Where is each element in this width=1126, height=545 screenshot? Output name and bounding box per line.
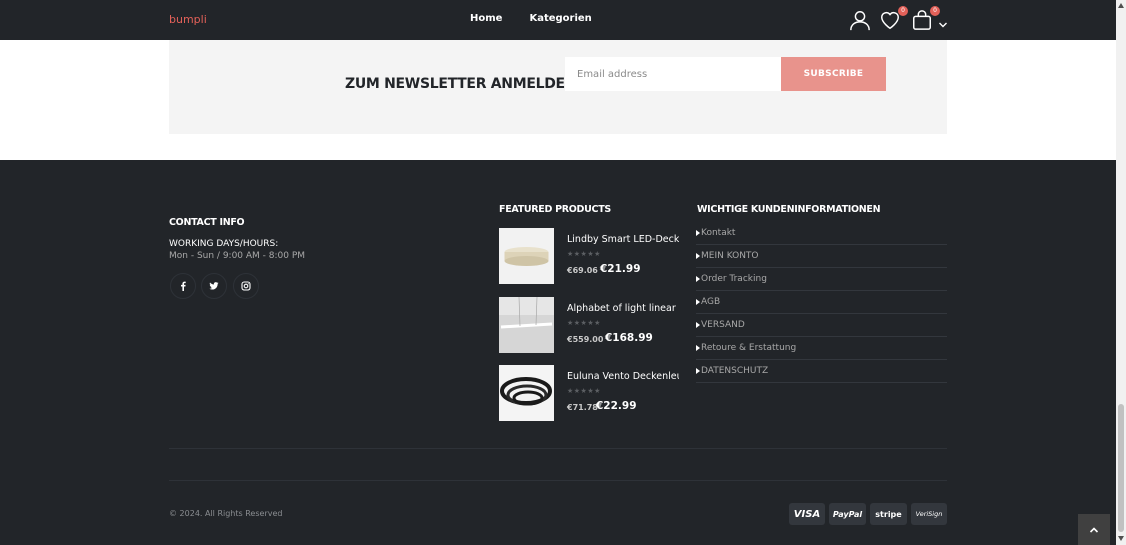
nav-home[interactable]: Home: [470, 13, 502, 24]
link-label: MEIN KONTO: [701, 251, 759, 261]
contact-info-title: CONTACT INFO: [169, 217, 245, 228]
product-image[interactable]: [499, 296, 554, 353]
top-header: bumpli Home Kategorien 0 0: [0, 0, 1116, 40]
back-to-top-button[interactable]: [1078, 514, 1110, 545]
link-label: DATENSCHUTZ: [701, 366, 769, 376]
working-hours-label: WORKING DAYS/HOURS:: [169, 239, 279, 249]
product-item[interactable]: Alphabet of light linear LED ★★★★★ €559.…: [499, 296, 689, 353]
caret-right-icon: [696, 345, 700, 351]
instagram-icon: [241, 281, 251, 291]
visa-logo: VISA: [789, 503, 825, 525]
facebook-link[interactable]: [170, 273, 196, 299]
link-versand[interactable]: VERSAND: [696, 314, 947, 337]
caret-right-icon: [696, 230, 700, 236]
newsletter-title: ZUM NEWSLETTER ANMELDEN: [345, 76, 577, 92]
rating-stars: ★★★★★: [567, 250, 601, 258]
caret-right-icon: [696, 322, 700, 328]
product-old-price: €69.06: [567, 266, 598, 275]
copyright-text: © 2024. All Rights Reserved: [169, 509, 283, 518]
verisign-logo: VeriSign: [911, 503, 947, 525]
main-nav: Home Kategorien: [470, 13, 592, 24]
link-agb[interactable]: AGB: [696, 291, 947, 314]
scroll-up-arrow-icon[interactable]: [1118, 3, 1124, 8]
link-label: Kontakt: [701, 228, 736, 238]
product-name[interactable]: Lindby Smart LED-Deckenleuchte: [567, 234, 679, 245]
nav-kategorien[interactable]: Kategorien: [529, 13, 591, 24]
wishlist-button[interactable]: 0: [879, 6, 908, 33]
footer: CONTACT INFO WORKING DAYS/HOURS: Mon - S…: [0, 160, 1116, 545]
product-price: €21.99: [600, 263, 641, 275]
product-image[interactable]: [499, 365, 554, 421]
wishlist-count-badge: 0: [898, 6, 908, 16]
link-datenschutz[interactable]: DATENSCHUTZ: [696, 360, 947, 383]
product-name[interactable]: Alphabet of light linear LED: [567, 303, 679, 314]
newsletter-section: ZUM NEWSLETTER ANMELDEN SUBSCRIBE: [169, 40, 947, 134]
footer-divider: [169, 480, 947, 481]
rating-stars: ★★★★★: [567, 319, 601, 327]
product-item[interactable]: Lindby Smart LED-Deckenleuchte ★★★★★ €69…: [499, 228, 689, 284]
link-label: AGB: [701, 297, 721, 307]
link-retoure[interactable]: Retoure & Erstattung: [696, 337, 947, 360]
account-icon[interactable]: [849, 9, 873, 33]
stripe-logo: stripe: [870, 503, 907, 525]
scrollbar-thumb[interactable]: [1118, 404, 1124, 532]
product-image[interactable]: [499, 228, 554, 284]
twitter-link[interactable]: [201, 273, 227, 299]
product-old-price: €559.00: [567, 335, 604, 344]
product-old-price: €71.78: [567, 403, 598, 412]
link-label: Retoure & Erstattung: [701, 343, 797, 353]
product-item[interactable]: Euluna Vento Deckenleuchte ★★★★★ €71.78 …: [499, 365, 689, 421]
chevron-up-icon: [1089, 526, 1099, 533]
subscribe-button[interactable]: SUBSCRIBE: [781, 57, 886, 91]
chevron-down-icon[interactable]: [938, 15, 948, 34]
featured-products-title: FEATURED PRODUCTS: [499, 204, 611, 215]
link-label: Order Tracking: [701, 274, 767, 284]
customer-info-title: WICHTIGE KUNDENINFORMATIONEN: [697, 204, 881, 215]
rating-stars: ★★★★★: [567, 387, 601, 395]
working-hours-value: Mon - Sun / 9:00 AM - 8:00 PM: [169, 251, 306, 261]
link-kontakt[interactable]: Kontakt: [696, 222, 947, 245]
email-input[interactable]: [565, 57, 781, 91]
caret-right-icon: [696, 253, 700, 259]
customer-info-links: Kontakt MEIN KONTO Order Tracking AGB VE…: [696, 222, 947, 383]
site-logo[interactable]: bumpli: [169, 13, 207, 26]
twitter-icon: [209, 282, 219, 290]
link-label: VERSAND: [701, 320, 745, 330]
caret-right-icon: [696, 276, 700, 282]
link-order-tracking[interactable]: Order Tracking: [696, 268, 947, 291]
footer-divider: [169, 448, 947, 449]
product-price: €168.99: [605, 332, 653, 344]
cart-button[interactable]: 0: [911, 6, 940, 33]
link-mein-konto[interactable]: MEIN KONTO: [696, 245, 947, 268]
vertical-scrollbar[interactable]: [1116, 0, 1126, 545]
facebook-icon: [181, 281, 186, 291]
product-price: €22.99: [596, 400, 637, 412]
caret-right-icon: [696, 299, 700, 305]
product-name[interactable]: Euluna Vento Deckenleuchte: [567, 371, 679, 382]
scroll-down-arrow-icon[interactable]: [1118, 536, 1124, 541]
caret-right-icon: [696, 368, 700, 374]
instagram-link[interactable]: [233, 273, 259, 299]
paypal-logo: PayPal: [829, 503, 866, 525]
